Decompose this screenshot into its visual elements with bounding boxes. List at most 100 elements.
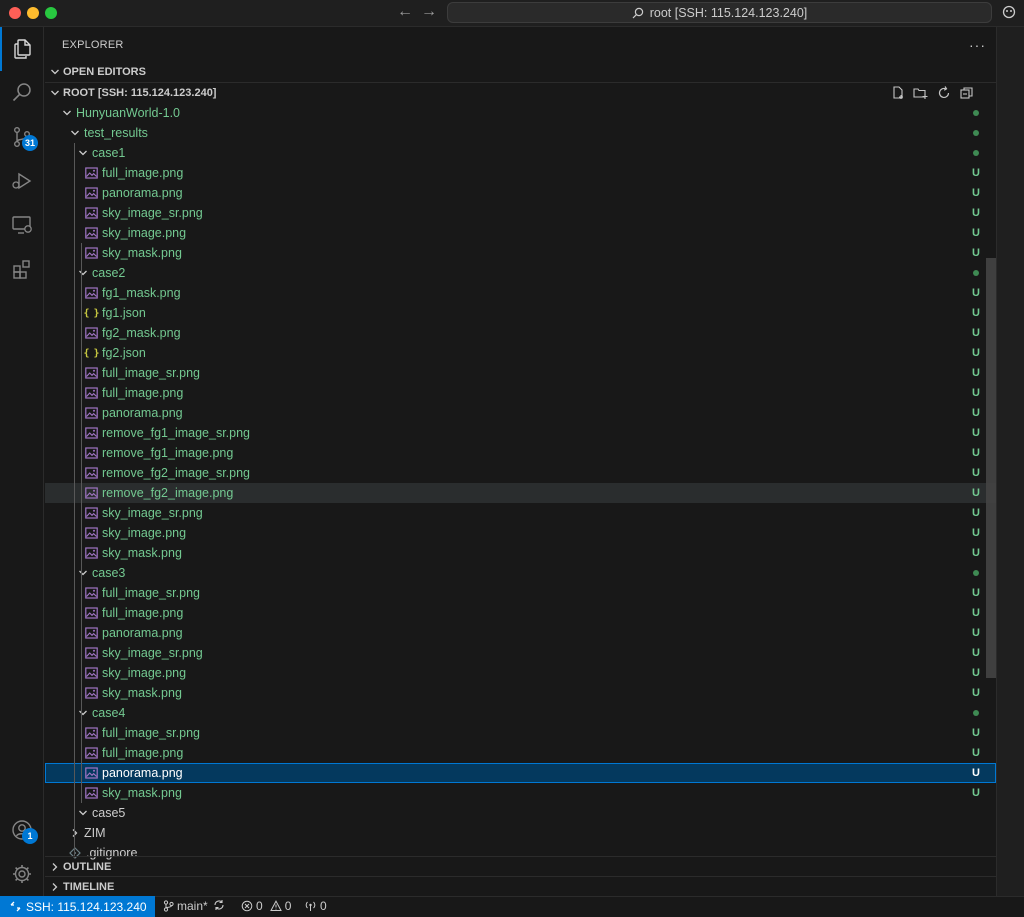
git-untracked-badge: U [972, 487, 980, 499]
branch-indicator[interactable]: main* [163, 899, 208, 913]
git-untracked-badge: U [972, 647, 980, 659]
tree-file-row[interactable]: sky_mask.png U [45, 243, 996, 263]
collapse-all-icon[interactable] [959, 85, 974, 100]
tree-folder-row[interactable]: case3 [45, 563, 996, 583]
tree-file-row[interactable]: sky_image.png U [45, 223, 996, 243]
explorer-sidebar: EXPLORER ··· OPEN EDITORS ROOT [SSH: 115… [45, 27, 996, 896]
warning-icon [269, 900, 282, 911]
extensions-activity-button[interactable] [0, 247, 44, 291]
remote-explorer-activity-button[interactable] [0, 203, 44, 247]
copilot-icon[interactable] [1001, 4, 1017, 23]
tree-item-label: panorama.png [102, 186, 183, 200]
tree-folder-row[interactable]: case4 [45, 703, 996, 723]
explorer-activity-button[interactable] [0, 27, 44, 71]
tree-file-row[interactable]: sky_image.png U [45, 523, 996, 543]
sync-button[interactable] [213, 899, 225, 911]
explorer-actions [890, 85, 974, 100]
source-control-activity-button[interactable]: 31 [0, 115, 44, 159]
tree-file-row[interactable]: { } fg1.json U [45, 303, 996, 323]
back-arrow-icon[interactable]: ← [397, 3, 413, 21]
manage-activity-button[interactable] [0, 852, 44, 896]
maximize-window-button[interactable] [45, 7, 57, 19]
tree-folder-row[interactable]: HunyuanWorld-1.0 [45, 103, 996, 123]
more-actions-button[interactable]: ··· [969, 37, 986, 53]
tree-item-label: remove_fg2_image_sr.png [102, 466, 251, 480]
forward-arrow-icon[interactable]: → [421, 3, 437, 21]
problems-indicator[interactable]: 0 0 [241, 899, 291, 913]
chevron-down-icon [60, 108, 74, 118]
tree-file-row[interactable]: remove_fg2_image_sr.png U [45, 463, 996, 483]
root-folder-section[interactable]: ROOT [SSH: 115.124.123.240] [45, 82, 996, 103]
tree-folder-row[interactable]: test_results [45, 123, 996, 143]
tree-folder-row[interactable]: case2 [45, 263, 996, 283]
tree-file-row[interactable]: panorama.png U [45, 623, 996, 643]
open-editors-section[interactable]: OPEN EDITORS [45, 62, 996, 82]
explorer-scrollbar[interactable] [986, 258, 996, 678]
tree-file-row[interactable]: panorama.png U [45, 763, 996, 783]
new-file-icon[interactable] [890, 85, 905, 100]
editor-area-edge [996, 27, 1024, 896]
tree-file-row[interactable]: sky_mask.png U [45, 543, 996, 563]
close-window-button[interactable] [9, 7, 21, 19]
tree-file-row[interactable]: full_image.png U [45, 163, 996, 183]
tree-file-row[interactable]: sky_mask.png U [45, 783, 996, 803]
minimize-window-button[interactable] [27, 7, 39, 19]
image-file-icon [84, 226, 98, 240]
remote-indicator[interactable]: SSH: 115.124.123.240 [0, 896, 155, 917]
tree-file-row[interactable]: full_image.png U [45, 383, 996, 403]
tree-item-label: sky_mask.png [102, 546, 182, 560]
chevron-right-icon [47, 882, 63, 892]
remote-label: SSH: 115.124.123.240 [26, 899, 147, 914]
tree-item-label: full_image_sr.png [102, 586, 200, 600]
accounts-activity-button[interactable]: 1 [0, 808, 44, 852]
image-file-icon [84, 406, 98, 420]
tree-file-row[interactable]: full_image_sr.png U [45, 363, 996, 383]
new-folder-icon[interactable] [913, 85, 928, 100]
image-file-icon [84, 526, 98, 540]
search-activity-button[interactable] [0, 71, 44, 115]
tree-file-row[interactable]: sky_image_sr.png U [45, 203, 996, 223]
timeline-section[interactable]: TIMELINE [45, 876, 996, 896]
tree-file-row[interactable]: full_image.png U [45, 743, 996, 763]
command-center[interactable]: root [SSH: 115.124.123.240] [447, 2, 992, 23]
image-file-icon [84, 786, 98, 800]
refresh-icon[interactable] [936, 85, 951, 100]
tree-folder-row[interactable]: case5 [45, 803, 996, 823]
tree-file-row[interactable]: remove_fg2_image.png U [45, 483, 996, 503]
branch-label: main* [177, 899, 208, 913]
tree-file-row[interactable]: full_image.png U [45, 603, 996, 623]
tree-file-row[interactable]: panorama.png U [45, 403, 996, 423]
outline-section[interactable]: OUTLINE [45, 856, 996, 876]
git-untracked-badge: U [972, 207, 980, 219]
tree-item-label: fg1.json [102, 306, 146, 320]
git-untracked-badge: U [972, 327, 980, 339]
tree-folder-row[interactable]: ZIM [45, 823, 996, 843]
tree-file-row[interactable]: full_image_sr.png U [45, 583, 996, 603]
tree-folder-row[interactable]: case1 [45, 143, 996, 163]
ports-indicator[interactable]: 0 [304, 899, 327, 913]
tree-file-row[interactable]: sky_mask.png U [45, 683, 996, 703]
errors-count: 0 [256, 899, 263, 913]
git-changes-dot [973, 570, 979, 576]
tree-file-row[interactable]: panorama.png U [45, 183, 996, 203]
tree-file-row[interactable]: remove_fg1_image_sr.png U [45, 423, 996, 443]
tree-file-row[interactable]: fg2_mask.png U [45, 323, 996, 343]
tree-file-row[interactable]: fg1_mask.png U [45, 283, 996, 303]
git-untracked-badge: U [972, 667, 980, 679]
git-untracked-badge: U [972, 287, 980, 299]
tree-file-row[interactable]: { } fg2.json U [45, 343, 996, 363]
tree-file-row[interactable]: sky_image.png U [45, 663, 996, 683]
indent-guide [81, 243, 82, 803]
tree-file-row[interactable]: sky_image_sr.png U [45, 503, 996, 523]
git-untracked-badge: U [972, 547, 980, 559]
image-file-icon [84, 166, 98, 180]
tree-item-label: sky_image.png [102, 526, 187, 540]
run-debug-activity-button[interactable] [0, 159, 44, 203]
tree-file-row[interactable]: sky_image_sr.png U [45, 643, 996, 663]
tree-file-row[interactable]: remove_fg1_image.png U [45, 443, 996, 463]
tree-file-row[interactable]: full_image_sr.png U [45, 723, 996, 743]
git-untracked-badge: U [972, 767, 980, 779]
open-editors-title: OPEN EDITORS [63, 66, 146, 78]
image-file-icon [84, 606, 98, 620]
timeline-title: TIMELINE [63, 880, 115, 893]
